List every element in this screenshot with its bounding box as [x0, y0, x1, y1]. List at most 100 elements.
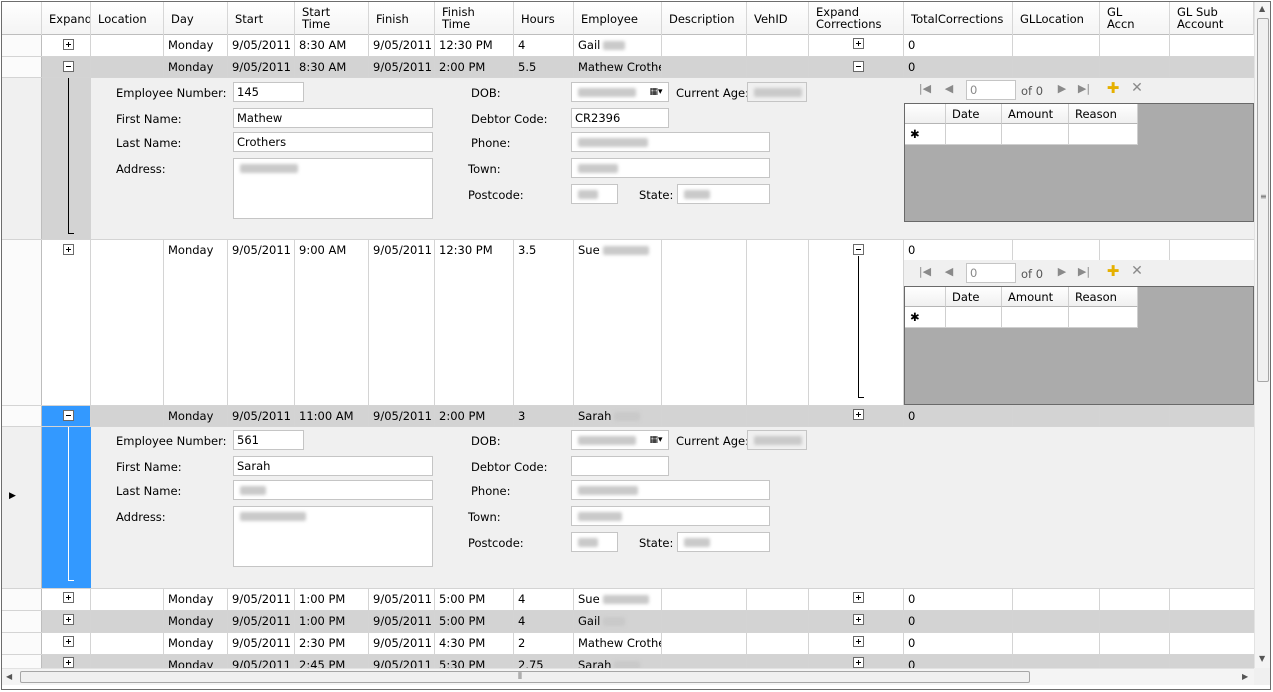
- column-header-finish[interactable]: Finish: [369, 2, 435, 35]
- row-header[interactable]: [2, 57, 42, 77]
- column-header-location[interactable]: Location: [91, 2, 164, 35]
- row-header[interactable]: [2, 406, 42, 426]
- scroll-left-icon[interactable]: ◀: [6, 672, 12, 681]
- corrections-header-date[interactable]: Date: [946, 104, 1002, 124]
- expand-plus-icon[interactable]: [63, 657, 74, 668]
- table-row[interactable]: Monday 9/05/2011 2:30 PM 9/05/2011 4:30 …: [2, 633, 1254, 655]
- first-record-icon[interactable]: |◀: [918, 265, 932, 278]
- record-position-field[interactable]: 0: [966, 80, 1016, 100]
- delete-icon[interactable]: ✕: [1130, 80, 1144, 96]
- employee-number-field[interactable]: 145: [233, 82, 304, 102]
- expand-plus-icon[interactable]: [63, 244, 74, 255]
- table-row[interactable]: Monday 9/05/2011 1:00 PM 9/05/2011 5:00 …: [2, 611, 1254, 633]
- table-row-selected[interactable]: Monday 9/05/2011 11:00 AM 9/05/2011 2:00…: [2, 406, 1254, 427]
- new-row-amount-cell[interactable]: [1002, 307, 1069, 328]
- expand-corrections-plus-icon[interactable]: [853, 657, 864, 668]
- first-name-field[interactable]: Mathew: [233, 108, 433, 128]
- record-position-field[interactable]: 0: [966, 263, 1016, 283]
- address-field[interactable]: [233, 158, 433, 219]
- expand-corrections-plus-icon[interactable]: [853, 38, 864, 49]
- next-record-icon[interactable]: ▶: [1055, 82, 1069, 95]
- column-header-total-corrections[interactable]: TotalCorrections: [904, 2, 1013, 35]
- dob-picker[interactable]: ▦▾: [571, 82, 669, 102]
- collapse-minus-icon[interactable]: [63, 410, 74, 421]
- expand-plus-icon[interactable]: [63, 592, 74, 603]
- prev-record-icon[interactable]: ◀: [942, 82, 956, 95]
- first-record-icon[interactable]: |◀: [918, 82, 932, 95]
- last-record-icon[interactable]: ▶|: [1077, 265, 1091, 278]
- prev-record-icon[interactable]: ◀: [942, 265, 956, 278]
- vertical-scroll-thumb[interactable]: ≡: [1257, 18, 1269, 382]
- collapse-corrections-minus-icon[interactable]: [853, 244, 864, 255]
- postcode-field[interactable]: [571, 184, 618, 204]
- new-row-amount-cell[interactable]: [1002, 124, 1069, 145]
- add-icon[interactable]: ✚: [1106, 262, 1120, 280]
- employee-number-field[interactable]: 561: [233, 430, 304, 450]
- town-field[interactable]: [571, 506, 770, 526]
- column-header-expand[interactable]: Expand: [42, 2, 91, 35]
- expand-corrections-plus-icon[interactable]: [853, 636, 864, 647]
- column-header-start-time[interactable]: Start Time: [295, 2, 369, 35]
- next-record-icon[interactable]: ▶: [1055, 265, 1069, 278]
- expand-corrections-plus-icon[interactable]: [853, 614, 864, 625]
- new-row-date-cell[interactable]: [946, 307, 1002, 328]
- expand-corrections-plus-icon[interactable]: [853, 409, 864, 420]
- delete-icon[interactable]: ✕: [1130, 263, 1144, 279]
- row-header[interactable]: [2, 633, 42, 654]
- table-row[interactable]: Monday 9/05/2011 2:45 PM 9/05/2011 5:30 …: [2, 655, 1254, 668]
- corrections-header-reason[interactable]: Reason: [1069, 104, 1138, 124]
- town-field[interactable]: [571, 158, 770, 178]
- state-field[interactable]: [677, 184, 770, 204]
- expand-plus-icon[interactable]: [63, 636, 74, 647]
- column-header-gl-sub-account[interactable]: GL Sub Account: [1170, 2, 1254, 35]
- column-header-gl-location[interactable]: GLLocation: [1013, 2, 1100, 35]
- phone-field[interactable]: [571, 480, 770, 500]
- scroll-up-icon[interactable]: ▲: [1259, 4, 1265, 13]
- corrections-header-amount[interactable]: Amount: [1002, 287, 1069, 307]
- add-icon[interactable]: ✚: [1106, 79, 1120, 97]
- postcode-field[interactable]: [571, 532, 618, 552]
- first-name-field[interactable]: Sarah: [233, 456, 433, 476]
- corrections-header-date[interactable]: Date: [946, 287, 1002, 307]
- column-header-start[interactable]: Start: [228, 2, 295, 35]
- expand-plus-icon[interactable]: [63, 39, 74, 50]
- last-name-field[interactable]: Crothers: [233, 132, 433, 152]
- column-header-day[interactable]: Day: [164, 2, 228, 35]
- row-header[interactable]: [2, 240, 42, 405]
- state-field[interactable]: [677, 532, 770, 552]
- last-name-field[interactable]: [233, 480, 433, 500]
- column-header-gl-accn[interactable]: GL Accn: [1100, 2, 1170, 35]
- column-header-finish-time[interactable]: Finish Time: [435, 2, 514, 35]
- expand-corrections-plus-icon[interactable]: [853, 592, 864, 603]
- column-header-vehid[interactable]: VehID: [747, 2, 809, 35]
- row-header[interactable]: [2, 611, 42, 632]
- new-row-reason-cell[interactable]: [1069, 124, 1138, 145]
- calendar-dropdown-icon[interactable]: ▦▾: [645, 83, 667, 101]
- column-header-description[interactable]: Description: [662, 2, 747, 35]
- table-row[interactable]: Monday 9/05/2011 8:30 AM 9/05/2011 2:00 …: [2, 57, 1254, 78]
- column-header-hours[interactable]: Hours: [514, 2, 574, 35]
- calendar-dropdown-icon[interactable]: ▦▾: [645, 431, 667, 449]
- row-header[interactable]: [2, 655, 42, 668]
- new-row-reason-cell[interactable]: [1069, 307, 1138, 328]
- corrections-header-amount[interactable]: Amount: [1002, 104, 1069, 124]
- column-header-employee[interactable]: Employee: [574, 2, 662, 35]
- column-header-expand-corrections[interactable]: Expand Corrections: [809, 2, 904, 35]
- row-header[interactable]: [2, 589, 42, 610]
- horizontal-scroll-thumb[interactable]: ⦀: [20, 671, 1030, 683]
- debtor-code-field[interactable]: CR2396: [571, 108, 669, 128]
- expand-plus-icon[interactable]: [63, 614, 74, 625]
- vertical-scrollbar[interactable]: ▲ ≡ ▼: [1254, 2, 1270, 668]
- table-row[interactable]: Monday 9/05/2011 8:30 AM 9/05/2011 12:30…: [2, 35, 1254, 57]
- scroll-right-icon[interactable]: ▶: [1242, 672, 1248, 681]
- row-header[interactable]: [2, 35, 42, 56]
- new-row-date-cell[interactable]: [946, 124, 1002, 145]
- horizontal-scrollbar[interactable]: ◀ ⦀ ▶: [2, 668, 1254, 685]
- phone-field[interactable]: [571, 132, 770, 152]
- table-row[interactable]: Monday 9/05/2011 1:00 PM 9/05/2011 5:00 …: [2, 589, 1254, 611]
- last-record-icon[interactable]: ▶|: [1077, 82, 1091, 95]
- corrections-header-reason[interactable]: Reason: [1069, 287, 1138, 307]
- dob-picker[interactable]: ▦▾: [571, 430, 669, 450]
- address-field[interactable]: [233, 506, 433, 567]
- debtor-code-field[interactable]: [571, 456, 669, 476]
